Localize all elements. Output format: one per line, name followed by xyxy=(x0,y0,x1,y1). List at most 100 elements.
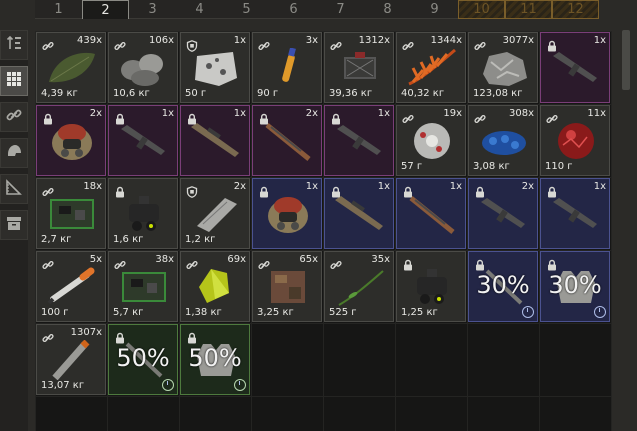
item-count: 1x xyxy=(233,35,246,46)
link-icon xyxy=(42,183,54,196)
inventory-slot[interactable]: 1307x 13,07 кг xyxy=(36,324,106,395)
inventory-slot[interactable]: 1,6 кг xyxy=(108,178,178,249)
inventory-slot[interactable]: 308x 3,08 кг xyxy=(468,105,538,176)
tab-1[interactable]: 1 xyxy=(35,0,82,19)
item-count: 19x xyxy=(443,108,462,119)
inventory-slot[interactable]: 2x 1,2 кг xyxy=(180,178,250,249)
tab-12[interactable]: 12 xyxy=(552,0,599,19)
lock-icon xyxy=(546,37,558,52)
item-weight: 13,07 кг xyxy=(41,380,85,391)
inventory-slot[interactable]: 1x xyxy=(396,178,466,249)
inventory-slot[interactable]: 65x 3,25 кг xyxy=(252,251,322,322)
item-count: 5x xyxy=(89,254,102,265)
item-count: 1x xyxy=(305,181,318,192)
inventory-slot[interactable]: 3x 90 г xyxy=(252,32,322,103)
inventory-slot[interactable]: 1x xyxy=(180,105,250,176)
inventory-slot[interactable]: 19x 57 г xyxy=(396,105,466,176)
lock-icon xyxy=(114,329,126,344)
item-count: 69x xyxy=(227,254,246,265)
lock-icon xyxy=(330,183,342,198)
item-count: 35x xyxy=(371,254,390,265)
leaf-icon xyxy=(45,48,99,88)
inventory-slot[interactable]: 439x 4,39 кг xyxy=(36,32,106,103)
item-weight: 5,7 кг xyxy=(113,307,144,318)
inventory-slot[interactable]: 2x xyxy=(36,105,106,176)
sidebar-button-link[interactable] xyxy=(0,102,28,132)
inventory-slot[interactable]: 3077x 123,08 кг xyxy=(468,32,538,103)
tab-6[interactable]: 6 xyxy=(270,0,317,19)
link-icon xyxy=(546,110,558,123)
tab-8[interactable]: 8 xyxy=(364,0,411,19)
tab-7[interactable]: 7 xyxy=(317,0,364,19)
inventory-slot[interactable]: 1x xyxy=(252,178,322,249)
link-icon xyxy=(258,256,270,269)
sidebar-button-sort[interactable] xyxy=(0,30,28,60)
inventory-slot[interactable]: 50% xyxy=(180,324,250,395)
inventory-slot[interactable]: 1312x 39,36 кг xyxy=(324,32,394,103)
tab-9[interactable]: 9 xyxy=(411,0,458,19)
metal-scrap-icon xyxy=(189,48,243,88)
sidebar-button-ruler[interactable] xyxy=(0,174,28,204)
inventory-slot[interactable]: 1x xyxy=(108,105,178,176)
lock-icon xyxy=(546,183,558,198)
item-weight: 1,2 кг xyxy=(185,234,216,245)
rusty-box-icon xyxy=(261,267,315,307)
sidebar-button-grid-view[interactable] xyxy=(0,66,28,96)
lock-icon xyxy=(258,110,270,125)
stim-injector-icon xyxy=(45,267,99,307)
item-count: 3x xyxy=(305,35,318,46)
inventory-slot[interactable]: 1x xyxy=(324,105,394,176)
item-count: 1x xyxy=(161,108,174,119)
upgrade-percent: 50% xyxy=(116,344,170,372)
link-icon xyxy=(114,37,126,50)
lock-icon xyxy=(114,110,126,125)
inventory-slot[interactable]: 2x xyxy=(252,105,322,176)
upgrade-percent: 50% xyxy=(188,344,242,372)
item-count: 2x xyxy=(305,108,318,119)
inventory-slot[interactable]: 38x 5,7 кг xyxy=(108,251,178,322)
item-weight: 2,7 кг xyxy=(41,234,72,245)
tab-4[interactable]: 4 xyxy=(176,0,223,19)
inventory-slot[interactable]: 18x 2,7 кг xyxy=(36,178,106,249)
clock-icon xyxy=(234,379,246,391)
inventory-slot[interactable]: 30% xyxy=(468,251,538,322)
hazmat-helmet-icon xyxy=(45,121,99,161)
link-icon xyxy=(402,110,414,123)
inventory-slot[interactable]: 50% xyxy=(108,324,178,395)
tab-2[interactable]: 2 xyxy=(82,0,129,19)
inventory-slot[interactable]: 1,25 кг xyxy=(396,251,466,322)
sidebar-button-helmet[interactable] xyxy=(0,138,28,168)
inventory-slot[interactable]: 1x xyxy=(540,178,610,249)
item-count: 1x xyxy=(233,108,246,119)
tab-11[interactable]: 11 xyxy=(505,0,552,19)
tab-3[interactable]: 3 xyxy=(129,0,176,19)
upgrade-percent: 30% xyxy=(548,271,602,299)
item-weight: 110 г xyxy=(545,161,573,172)
inventory-slot[interactable]: 106x 10,6 кг xyxy=(108,32,178,103)
lock-icon xyxy=(546,256,558,271)
inventory-slot[interactable]: 5x 100 г xyxy=(36,251,106,322)
scrollbar-thumb[interactable] xyxy=(622,30,630,90)
tab-5[interactable]: 5 xyxy=(223,0,270,19)
lock-icon xyxy=(330,110,342,125)
inventory-slot[interactable]: 1344x 40,32 кг xyxy=(396,32,466,103)
inventory-slot[interactable]: 11x 110 г xyxy=(540,105,610,176)
inventory-slot[interactable]: 2x xyxy=(468,178,538,249)
item-count: 1312x xyxy=(358,35,390,46)
sort-icon xyxy=(6,35,22,55)
inventory-slot[interactable]: 1x 50 г xyxy=(180,32,250,103)
inventory-slot[interactable]: 35x 525 г xyxy=(324,251,394,322)
inventory-slot[interactable]: 69x 1,38 кг xyxy=(180,251,250,322)
link-icon xyxy=(474,37,486,50)
inventory-slot[interactable]: 30% xyxy=(540,251,610,322)
tab-10[interactable]: 10 xyxy=(458,0,505,19)
inventory-slot[interactable]: 1x xyxy=(324,178,394,249)
item-weight: 4,39 кг xyxy=(41,88,78,99)
upgrade-percent: 30% xyxy=(476,271,530,299)
blue-crystals-icon xyxy=(477,121,531,161)
item-count: 1x xyxy=(377,181,390,192)
circuit-board-icon xyxy=(45,194,99,234)
red-orb-icon xyxy=(549,121,603,161)
inventory-slot[interactable]: 1x xyxy=(540,32,610,103)
sidebar-button-archive[interactable] xyxy=(0,210,28,240)
